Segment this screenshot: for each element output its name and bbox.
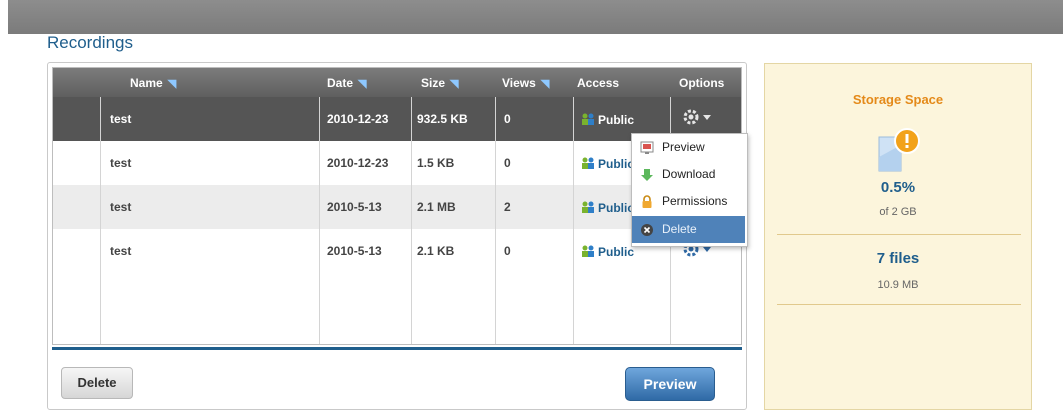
row-access-label: Public: [598, 157, 635, 171]
divider: [777, 234, 1021, 235]
file-count: 7 files: [876, 250, 920, 267]
sort-icon: ◥: [450, 78, 459, 90]
options-button[interactable]: [681, 109, 715, 134]
row-name: test: [110, 200, 132, 214]
column-header-views-label: Views: [502, 76, 536, 90]
menu-item-label: Permissions: [662, 194, 728, 208]
storage-warning-icon: [878, 128, 920, 172]
menu-item-label: Delete: [662, 222, 697, 236]
page-title: Recordings: [47, 33, 133, 52]
menu-item-label: Download: [662, 167, 716, 181]
column-header-name-label: Name: [130, 76, 163, 90]
row-views: 2: [504, 200, 511, 214]
menu-item-delete[interactable]: Delete: [632, 216, 745, 243]
row-access[interactable]: Public: [581, 244, 634, 259]
options-menu: Preview Download Permissions Delete: [631, 133, 748, 247]
menu-item-preview[interactable]: Preview: [632, 134, 745, 161]
table-footer-rule: [52, 347, 742, 350]
column-header-size[interactable]: Size ◥: [421, 76, 458, 90]
column-header-size-label: Size: [421, 76, 446, 90]
column-header-options: Options: [679, 76, 724, 90]
column-divider: [495, 97, 496, 344]
people-icon: [582, 157, 594, 169]
people-icon: [582, 201, 594, 213]
row-access-label: Public: [598, 113, 635, 127]
column-header-date-label: Date: [327, 76, 354, 90]
top-bar: [8, 0, 1063, 34]
column-divider: [100, 97, 101, 344]
menu-item-download[interactable]: Download: [632, 161, 745, 188]
row-date: 2010-12-23: [327, 156, 389, 170]
row-size: 2.1 MB: [417, 200, 456, 214]
storage-panel: Storage Space 0.5% of 2 GB 7 files 10.9 …: [764, 63, 1032, 410]
files-size: 10.9 MB: [877, 279, 919, 291]
download-icon: [641, 169, 653, 181]
sort-icon: ◥: [358, 78, 367, 90]
preview-icon: [640, 141, 654, 154]
row-access[interactable]: Public: [581, 200, 634, 215]
column-header-access: Access: [577, 76, 619, 90]
column-header-views[interactable]: Views ◥: [502, 76, 549, 90]
row-name: test: [110, 244, 132, 258]
storage-title: Storage Space: [852, 92, 944, 107]
delete-button[interactable]: Delete: [61, 367, 133, 399]
column-divider: [573, 97, 574, 344]
row-date: 2010-12-23: [327, 112, 389, 126]
people-icon: [582, 113, 594, 125]
row-views: 0: [504, 112, 511, 126]
people-icon: [582, 245, 594, 257]
table-header: Name ◥ Date ◥ Size ◥ Views ◥ Access Options: [53, 68, 741, 97]
lock-icon: [642, 195, 652, 208]
column-header-name[interactable]: Name ◥: [130, 76, 176, 90]
column-header-options-label: Options: [679, 76, 725, 90]
divider: [777, 304, 1021, 305]
row-access-label: Public: [598, 201, 635, 215]
row-access[interactable]: Public: [581, 112, 634, 127]
sort-icon: ◥: [540, 78, 550, 90]
row-views: 0: [504, 244, 511, 258]
menu-item-label: Preview: [662, 140, 705, 154]
storage-percent: 0.5%: [880, 179, 916, 196]
row-size: 1.5 KB: [417, 156, 455, 170]
menu-item-permissions[interactable]: Permissions: [632, 188, 745, 215]
preview-button[interactable]: Preview: [625, 367, 715, 401]
row-access[interactable]: Public: [581, 156, 634, 171]
column-header-access-label: Access: [577, 76, 620, 90]
column-header-date[interactable]: Date ◥: [327, 76, 366, 90]
column-divider: [411, 97, 412, 344]
row-size: 932.5 KB: [417, 112, 468, 126]
row-size: 2.1 KB: [417, 244, 455, 258]
row-name: test: [110, 112, 132, 126]
row-date: 2010-5-13: [327, 200, 382, 214]
row-access-label: Public: [598, 245, 635, 259]
row-date: 2010-5-13: [327, 244, 382, 258]
storage-total: of 2 GB: [879, 206, 917, 218]
column-divider: [319, 97, 320, 344]
delete-icon: [641, 224, 653, 236]
row-views: 0: [504, 156, 511, 170]
gear-icon: [683, 109, 711, 125]
row-name: test: [110, 156, 132, 170]
sort-icon: ◥: [167, 78, 177, 90]
